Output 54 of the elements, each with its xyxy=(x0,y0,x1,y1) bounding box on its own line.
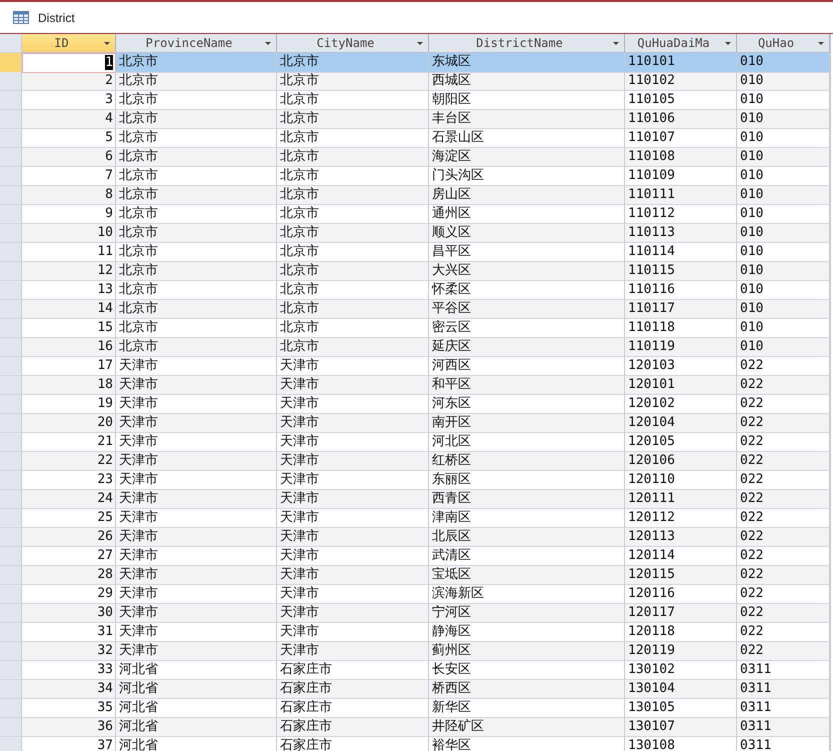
row-selector[interactable] xyxy=(0,243,22,262)
row-selector[interactable] xyxy=(0,338,22,357)
row-selector[interactable] xyxy=(0,585,22,604)
row-selector[interactable] xyxy=(0,53,22,73)
row-selector[interactable] xyxy=(0,110,22,129)
table-cell: 河北省 xyxy=(116,737,277,751)
table-cell: 130108 xyxy=(625,737,737,751)
row-selector[interactable] xyxy=(0,661,22,680)
table-cell: 1 xyxy=(22,53,116,73)
dropdown-arrow-icon[interactable] xyxy=(417,42,423,45)
dropdown-arrow-icon[interactable] xyxy=(104,42,110,45)
row-selector[interactable] xyxy=(0,509,22,528)
row-selector[interactable] xyxy=(0,699,22,718)
row-selector[interactable] xyxy=(0,205,22,224)
row-selector[interactable] xyxy=(0,718,22,737)
row-selector[interactable] xyxy=(0,224,22,243)
row-selector[interactable] xyxy=(0,129,22,148)
row-selector[interactable] xyxy=(0,604,22,623)
row-selector[interactable] xyxy=(0,72,22,91)
dropdown-arrow-icon[interactable] xyxy=(613,42,619,45)
row-selector[interactable] xyxy=(0,452,22,471)
table-cell: 裕华区 xyxy=(429,737,625,751)
row-selector[interactable] xyxy=(0,281,22,300)
row-selector[interactable] xyxy=(0,167,22,186)
row-selector[interactable] xyxy=(0,91,22,110)
row-selector[interactable] xyxy=(0,547,22,566)
row-selector[interactable] xyxy=(0,471,22,490)
row-selector[interactable] xyxy=(0,737,22,751)
table-cell: 石家庄市 xyxy=(277,737,429,751)
dropdown-arrow-icon[interactable] xyxy=(265,42,271,45)
row-selector[interactable] xyxy=(0,414,22,433)
table-cell: 0311 xyxy=(737,737,830,751)
row-selector[interactable] xyxy=(0,186,22,205)
row-selector[interactable] xyxy=(0,433,22,452)
row-selector[interactable] xyxy=(0,623,22,642)
row-selector[interactable] xyxy=(0,319,22,338)
table-cell: 37 xyxy=(22,737,116,751)
row-selector[interactable] xyxy=(0,376,22,395)
row-selector[interactable] xyxy=(0,642,22,661)
row-selector[interactable] xyxy=(0,262,22,281)
row-selector[interactable] xyxy=(0,148,22,167)
row-selector[interactable] xyxy=(0,490,22,509)
window-title: District xyxy=(38,10,75,24)
row-selector[interactable] xyxy=(0,357,22,376)
row-selector[interactable] xyxy=(0,300,22,319)
select-all-corner[interactable] xyxy=(0,34,22,53)
row-selector[interactable] xyxy=(0,680,22,699)
table-icon xyxy=(13,11,29,24)
row-selector[interactable] xyxy=(0,566,22,585)
column-header[interactable]: ID xyxy=(22,34,116,53)
dropdown-arrow-icon[interactable] xyxy=(725,42,731,45)
row-selector[interactable] xyxy=(0,395,22,414)
row-selector[interactable] xyxy=(0,528,22,547)
dropdown-arrow-icon[interactable] xyxy=(818,42,824,45)
